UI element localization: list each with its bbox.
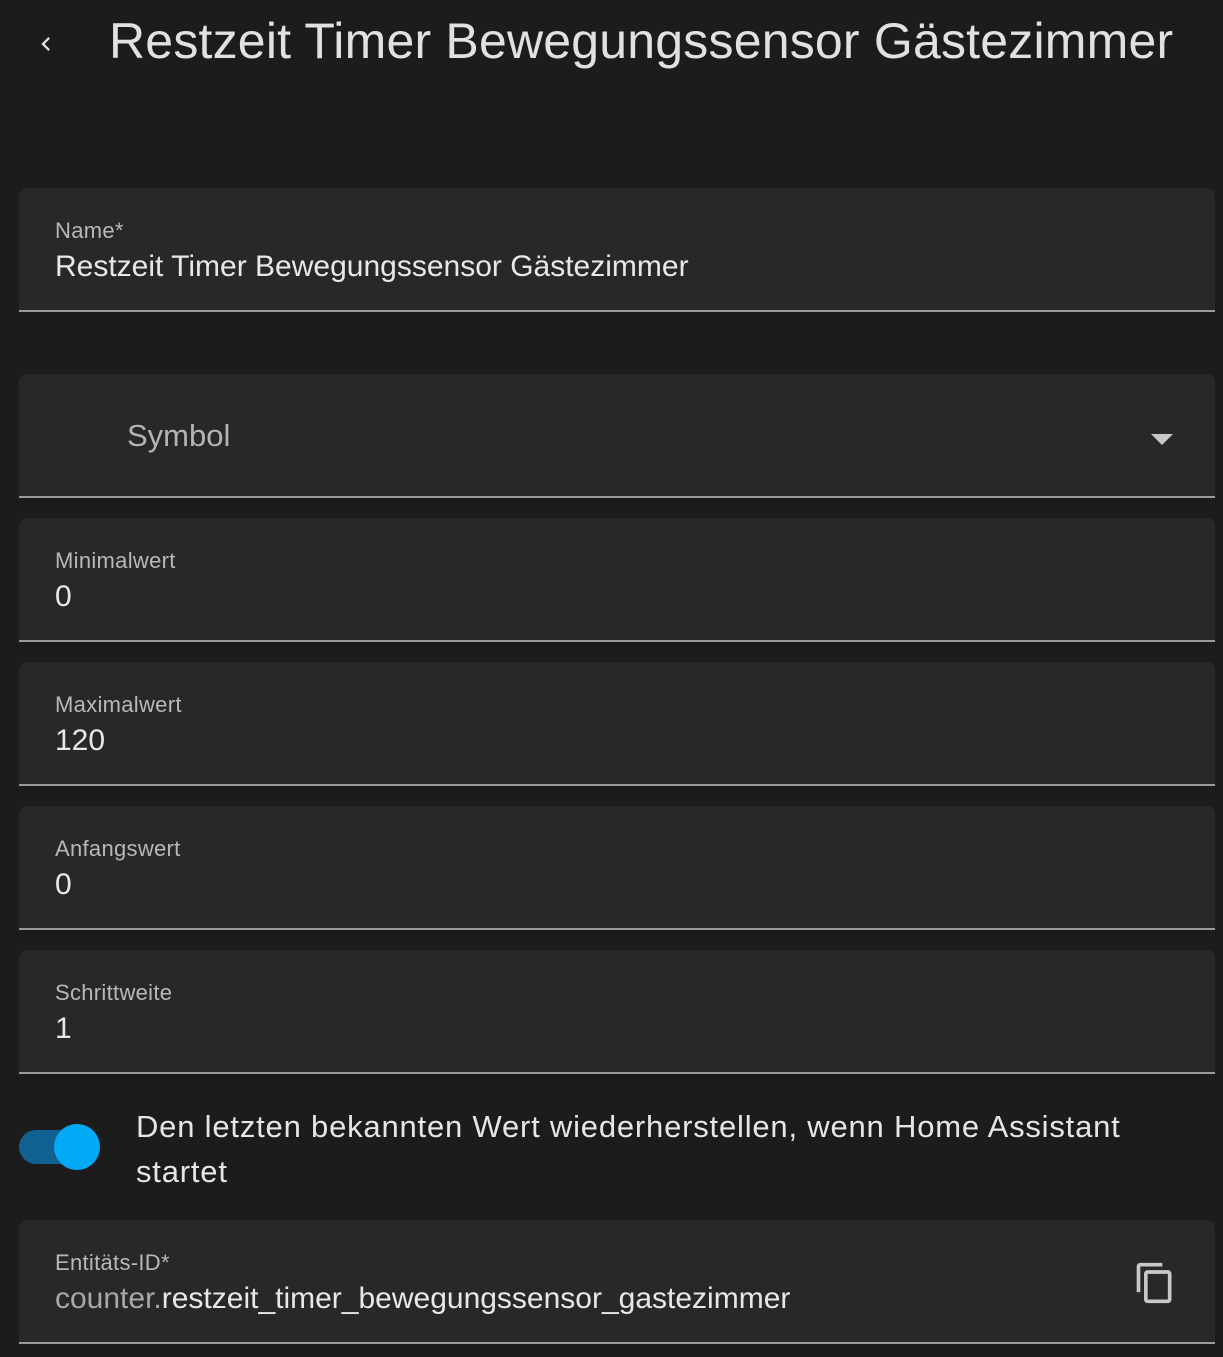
step-field[interactable]: Schrittweite 1 [19, 950, 1215, 1074]
restore-row: Den letzten bekannten Wert wiederherstel… [19, 1100, 1215, 1200]
entity-id-prefix: counter. [55, 1282, 162, 1315]
app-header: Restzeit Timer Bewegungssensor Gästezimm… [0, 0, 1223, 88]
initial-value[interactable]: 0 [55, 868, 72, 902]
name-label: Name* [55, 218, 124, 243]
back-button[interactable] [22, 20, 70, 68]
chevron-left-icon [41, 37, 50, 51]
minimum-label: Minimalwert [55, 548, 176, 573]
page-title: Restzeit Timer Bewegungssensor Gästezimm… [109, 13, 1174, 69]
minimum-field[interactable]: Minimalwert 0 [19, 518, 1215, 642]
icon-picker-placeholder: Symbol [127, 418, 231, 453]
entity-id-value[interactable]: counter.restzeit_timer_bewegungssensor_g… [55, 1282, 790, 1316]
restore-toggle[interactable] [19, 1124, 101, 1170]
initial-field[interactable]: Anfangswert 0 [19, 806, 1215, 930]
minimum-value[interactable]: 0 [55, 580, 72, 614]
entity-id-field[interactable]: Entitäts-ID* counter.restzeit_timer_bewe… [19, 1220, 1215, 1344]
caret-down-icon[interactable] [1151, 434, 1173, 445]
maximum-field[interactable]: Maximalwert 120 [19, 662, 1215, 786]
initial-label: Anfangswert [55, 836, 181, 861]
maximum-label: Maximalwert [55, 692, 182, 717]
toggle-thumb [54, 1124, 100, 1170]
name-value[interactable]: Restzeit Timer Bewegungssensor Gästezimm… [55, 250, 689, 284]
maximum-value[interactable]: 120 [55, 724, 105, 758]
name-field[interactable]: Name* Restzeit Timer Bewegungssensor Gäs… [19, 188, 1215, 312]
icon-picker[interactable]: Symbol [19, 374, 1215, 498]
restore-label: Den letzten bekannten Wert wiederherstel… [136, 1109, 1121, 1189]
entity-id-label: Entitäts-ID* [55, 1250, 170, 1275]
step-value[interactable]: 1 [55, 1012, 72, 1046]
step-label: Schrittweite [55, 980, 173, 1005]
copy-icon[interactable] [1133, 1260, 1177, 1306]
entity-id-text[interactable]: restzeit_timer_bewegungssensor_gastezimm… [162, 1282, 791, 1315]
